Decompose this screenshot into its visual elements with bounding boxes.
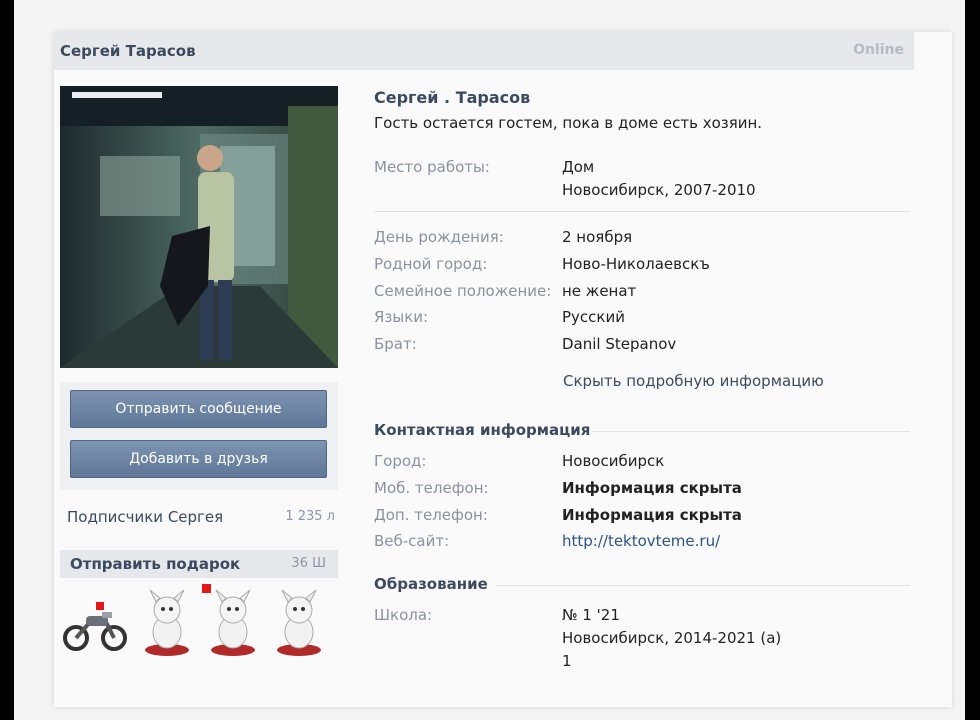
info-label: Школа: [374,606,433,624]
divider [496,585,910,586]
profile-name: Сергей . Тарасов [374,88,531,107]
header-name: Сергей Тарасов [60,42,196,60]
info-value[interactable]: Ново-Николаевскъ [562,255,710,273]
info-label: Семейное положение: [374,282,552,300]
info-value[interactable]: не женат [562,282,636,300]
subscribers-label: Подписчики Сергея [67,508,224,526]
send-message-button[interactable]: Отправить сообщение [70,390,327,428]
info-label: Родной город: [374,255,488,273]
send-gift-label: Отправить подарок [70,555,241,573]
info-value[interactable]: Русский [562,308,625,326]
info-label: Город: [374,452,427,470]
info-value[interactable]: Дом [562,158,594,176]
education-title: Образование [374,575,488,593]
gift-count: 36 Ш [291,556,326,571]
info-value[interactable]: 2 ноября [562,228,632,246]
gift-dog-icon[interactable] [134,584,200,662]
subscribers-link[interactable]: Подписчики Сергея 1 235 л [67,508,335,530]
info-label: Языки: [374,308,429,326]
website-link[interactable]: http://tektovteme.ru/ [562,532,720,550]
hide-details-link[interactable]: Скрыть подробную информацию [563,372,824,390]
divider [592,431,910,432]
info-label: Место работы: [374,158,490,176]
profile-info: Сергей . Тарасов Гость остается гостем, … [360,32,920,707]
info-value[interactable]: № 1 '21 [562,606,620,624]
gift-motorcycle-icon[interactable] [62,584,128,662]
profile-photo-image [60,86,338,368]
gift-dog-icon[interactable] [266,584,332,662]
info-label: Веб-сайт: [374,532,450,550]
profile-status: Гость остается гостем, пока в доме есть … [374,114,763,132]
info-label: Моб. телефон: [374,479,489,497]
send-gift-header[interactable]: Отправить подарок 36 Ш [60,550,338,578]
add-friend-button[interactable]: Добавить в друзья [70,440,327,478]
subscribers-count: 1 235 л [285,509,335,524]
school-details: Новосибирск, 2014-2021 (а) [562,629,782,647]
school-class: 1 [562,652,572,670]
info-label: Брат: [374,335,417,353]
gift-dog-icon[interactable] [200,584,266,662]
divider [374,211,910,212]
contacts-title: Контактная информация [374,421,591,439]
profile-card: Сергей Тарасов Online Отправить сообщени… [54,32,952,707]
info-value: Информация скрыта [562,506,742,524]
info-value: Информация скрыта [562,479,742,497]
work-details: Новосибирск, 2007-2010 [562,181,756,199]
profile-photo[interactable] [60,86,338,368]
info-value[interactable]: Danil Stepanov [562,335,676,353]
gift-list [60,584,338,664]
info-value[interactable]: Новосибирск [562,452,664,470]
screen-frame: Сергей Тарасов Online Отправить сообщени… [14,0,965,720]
profile-actions: Отправить сообщение Добавить в друзья [60,382,338,490]
info-label: Доп. телефон: [374,506,488,524]
info-label: День рождения: [374,228,504,246]
